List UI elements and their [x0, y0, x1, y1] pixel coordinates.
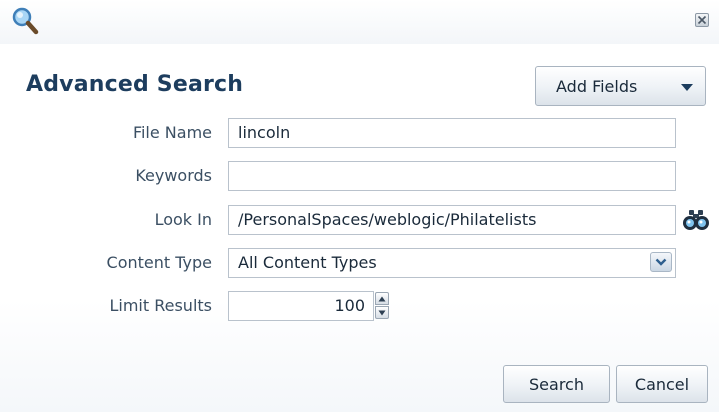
keywords-label: Keywords — [135, 166, 212, 185]
spin-up-button[interactable] — [375, 292, 389, 305]
cancel-button[interactable]: Cancel — [616, 365, 708, 403]
keywords-input[interactable] — [228, 161, 676, 191]
spin-down-icon — [378, 310, 386, 316]
binoculars-icon[interactable] — [681, 208, 711, 232]
look-in-input[interactable]: /PersonalSpaces/weblogic/Philatelists — [228, 205, 676, 235]
file-name-input[interactable]: lincoln — [228, 118, 676, 148]
look-in-label: Look In — [154, 210, 212, 229]
close-icon — [697, 15, 707, 25]
dialog-header-bar — [0, 0, 719, 44]
file-name-label: File Name — [132, 123, 212, 142]
content-type-dropdown-button[interactable] — [650, 252, 672, 272]
search-button-label: Search — [529, 374, 584, 394]
add-fields-button[interactable]: Add Fields — [535, 66, 706, 106]
limit-results-stepper — [375, 292, 389, 320]
limit-results-label: Limit Results — [109, 296, 212, 315]
search-button[interactable]: Search — [503, 365, 610, 403]
close-button[interactable] — [695, 13, 709, 27]
content-type-select[interactable]: All Content Types — [228, 248, 676, 278]
caret-down-icon — [681, 84, 693, 91]
spin-down-button[interactable] — [375, 306, 389, 319]
limit-results-input[interactable]: 100 — [228, 291, 374, 321]
content-type-label: Content Type — [106, 253, 212, 272]
advanced-search-dialog: Advanced Search Add Fields File Name lin… — [0, 0, 719, 412]
spin-up-icon — [378, 296, 386, 302]
cancel-button-label: Cancel — [634, 374, 690, 394]
add-fields-label: Add Fields — [556, 76, 638, 96]
dialog-title: Advanced Search — [26, 72, 244, 97]
magnifier-icon — [12, 7, 39, 35]
chevron-down-icon — [655, 258, 667, 266]
